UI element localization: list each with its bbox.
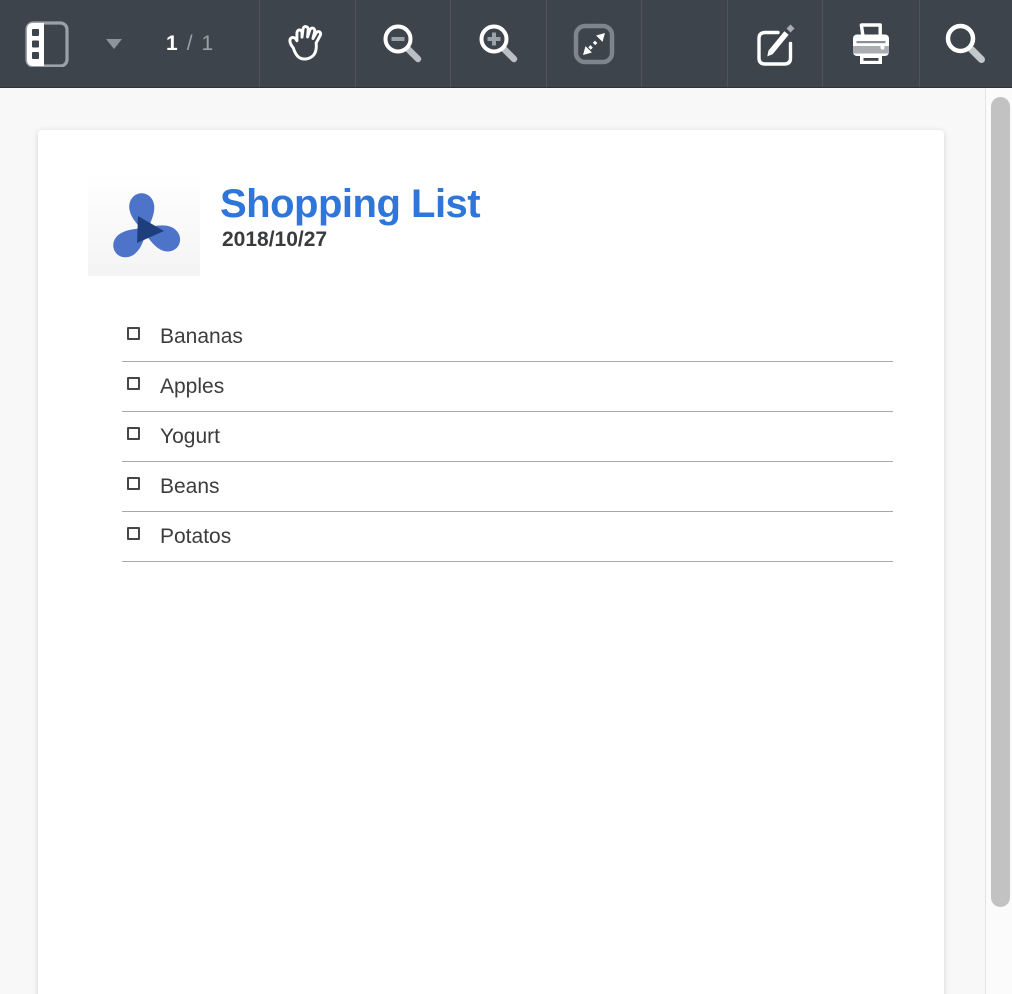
edit-annotate-icon [751, 20, 799, 68]
zoom-in-icon [476, 21, 522, 67]
zoom-out-button[interactable] [355, 0, 450, 87]
document-date: 2018/10/27 [222, 228, 327, 252]
fit-to-width-button[interactable] [546, 0, 641, 87]
checkbox-beans[interactable] [127, 477, 140, 490]
zoom-out-icon [380, 21, 426, 67]
item-divider [122, 411, 893, 412]
chevron-down-icon[interactable] [106, 39, 122, 49]
viewer-content-area: Shopping List 2018/10/27 Bananas Apples … [0, 88, 1012, 994]
fit-to-width-icon [571, 21, 617, 67]
vertical-scrollbar-track[interactable] [985, 88, 1012, 994]
edit-annotate-button[interactable] [727, 0, 822, 87]
item-label: Beans [160, 473, 220, 500]
pdf-pinwheel-logo [88, 172, 200, 276]
toolbar-left-group: 1 / 1 [0, 0, 259, 87]
page-separator: / [187, 32, 194, 55]
item-label: Potatos [160, 523, 231, 550]
vertical-scrollbar-thumb[interactable] [991, 97, 1010, 907]
toolbar-spacer [641, 0, 727, 87]
checkbox-potatos[interactable] [127, 527, 140, 540]
checkbox-bananas[interactable] [127, 327, 140, 340]
sidebar-toggle-icon [24, 21, 70, 67]
item-label: Bananas [160, 323, 243, 350]
hand-tool-icon [284, 20, 331, 67]
item-label: Yogurt [160, 423, 220, 450]
checkbox-apples[interactable] [127, 377, 140, 390]
item-divider [122, 511, 893, 512]
item-divider [122, 561, 893, 562]
item-label: Apples [160, 373, 224, 400]
zoom-in-button[interactable] [450, 0, 546, 87]
list-item: Bananas [38, 318, 944, 368]
pdf-viewer-toolbar: 1 / 1 [0, 0, 1012, 88]
document-title: Shopping List [220, 183, 480, 225]
item-divider [122, 461, 893, 462]
list-item: Yogurt [38, 418, 944, 468]
print-button[interactable] [822, 0, 919, 87]
item-divider [122, 361, 893, 362]
current-page-number[interactable]: 1 [166, 32, 179, 55]
pdf-page: Shopping List 2018/10/27 Bananas Apples … [38, 130, 944, 994]
list-item: Potatos [38, 518, 944, 568]
total-pages: 1 [202, 32, 215, 55]
checkbox-yogurt[interactable] [127, 427, 140, 440]
list-item: Beans [38, 468, 944, 518]
print-icon [847, 20, 895, 68]
list-item: Apples [38, 368, 944, 418]
page-indicator: 1 / 1 [166, 32, 214, 56]
hand-tool-button[interactable] [259, 0, 355, 87]
sidebar-toggle-button[interactable] [24, 21, 70, 67]
search-icon [943, 21, 989, 67]
search-button[interactable] [919, 0, 1012, 87]
